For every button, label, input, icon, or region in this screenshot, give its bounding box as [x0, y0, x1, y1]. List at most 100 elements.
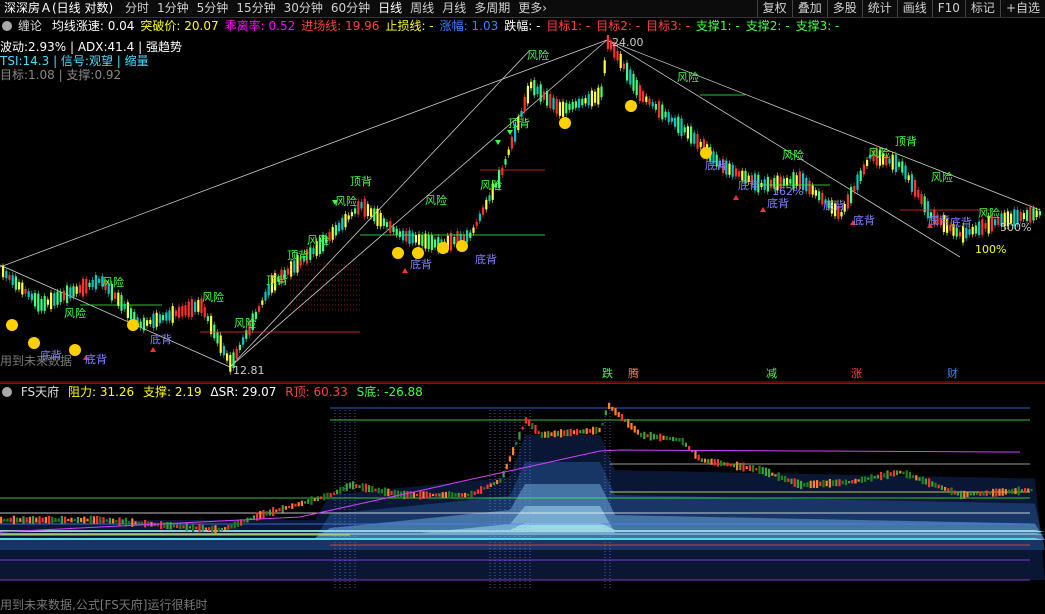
info-item: 支撑1: - [695, 19, 740, 33]
candle-body [728, 163, 731, 175]
indicator-candle [828, 478, 831, 488]
bottom-divergence-label: 底背 [705, 159, 727, 172]
indicator-candle [633, 425, 636, 433]
indicator-candle [710, 458, 713, 465]
indicator-candle [291, 503, 294, 509]
indicator-candle [86, 518, 89, 522]
indicator-candle [883, 473, 886, 478]
toolbar-button[interactable]: 标记 [964, 0, 1000, 17]
candle-body [357, 201, 360, 215]
signal-char: 涨 [851, 367, 862, 380]
toolbar-button[interactable]: 统计 [861, 0, 897, 17]
indicator-candle [534, 425, 537, 434]
candle-body [40, 299, 43, 311]
candle-body [376, 208, 379, 226]
candle-body [587, 94, 590, 106]
candle-body [258, 306, 261, 312]
indicator-candle [601, 423, 604, 426]
period-tab[interactable]: 1分钟 [153, 0, 193, 17]
indicator-candle [598, 427, 601, 433]
candle-body [5, 270, 8, 279]
indicator-candle [582, 429, 585, 434]
period-tab[interactable]: 多周期 [470, 0, 514, 17]
candle-body [552, 97, 555, 110]
candle-body [408, 230, 411, 244]
indicator-candle [796, 479, 799, 489]
candle-body [674, 117, 677, 127]
indicator-candle [790, 478, 793, 485]
period-tab[interactable]: 30分钟 [280, 0, 327, 17]
candle-body [162, 315, 165, 321]
toolbar-button[interactable]: 多股 [826, 0, 862, 17]
toolbar-button[interactable]: F10 [931, 0, 965, 17]
indicator-candle [908, 472, 911, 479]
indicator-candle [921, 476, 924, 485]
toolbar-button[interactable]: +自选 [999, 0, 1045, 17]
indicator-candle [793, 478, 796, 487]
indicator-candle [780, 475, 783, 481]
indicator-candle [412, 492, 415, 498]
indicator-candle [934, 482, 937, 488]
candle-body [466, 230, 469, 243]
fs-indicator-chart[interactable] [0, 400, 1045, 596]
indicator-candle [924, 478, 927, 485]
candle-body [808, 180, 811, 195]
candle-body [453, 236, 456, 245]
indicator-candle [345, 483, 348, 492]
period-tab[interactable]: 60分钟 [327, 0, 374, 17]
signal-char: 减 [766, 367, 777, 380]
toolbar-button[interactable]: 画线 [896, 0, 932, 17]
indicator-candle [1001, 488, 1004, 496]
period-tab[interactable]: 更多› [514, 0, 551, 17]
indicator-candle [550, 432, 553, 436]
indicator-candle [182, 525, 185, 529]
indicator-candle [1011, 488, 1014, 494]
indicator-candle [236, 520, 239, 527]
gear-icon[interactable] [2, 21, 12, 31]
indicator-candle [988, 491, 991, 495]
candle-body [43, 296, 46, 311]
price-chart[interactable] [0, 35, 1045, 383]
indicator-candle [0, 516, 3, 524]
candle-body [683, 127, 686, 133]
risk-label: 风险 [234, 317, 256, 330]
indicator-name[interactable]: FS天府 [21, 385, 59, 399]
candle-body [891, 154, 894, 170]
candle-body [738, 171, 741, 177]
candle-body [507, 149, 510, 155]
indicator-candle [134, 521, 137, 525]
candle-body [88, 282, 91, 288]
toolbar-button[interactable]: 叠加 [791, 0, 827, 17]
chanlun-label[interactable]: 缠论 [18, 19, 42, 33]
candle-body [690, 126, 693, 144]
stock-title[interactable]: 深深房Ａ(日线 对数) [0, 0, 117, 17]
candle-body [347, 215, 350, 220]
candle-body [379, 212, 382, 227]
indicator-candle [774, 474, 777, 477]
period-tab[interactable]: 5分钟 [193, 0, 233, 17]
candle-body [866, 160, 869, 166]
smiley-icon [625, 100, 637, 112]
period-tab[interactable]: 分时 [121, 0, 153, 17]
period-tab[interactable]: 周线 [406, 0, 438, 17]
risk-label: 风险 [782, 149, 804, 162]
candle-body [85, 278, 88, 294]
smiley-icon [437, 242, 449, 254]
candle-body [616, 50, 619, 61]
r-top-value: R顶: 60.33 [285, 385, 348, 399]
period-tab[interactable]: 15分钟 [232, 0, 279, 17]
candle-body [840, 212, 843, 217]
indicator-candle [486, 484, 489, 489]
indicator-candle [947, 488, 950, 492]
indicator-candle [867, 477, 870, 480]
period-tab[interactable]: 月线 [438, 0, 470, 17]
signal-char: 跌 [602, 367, 613, 380]
bottom-divergence-label: 底背 [928, 214, 950, 227]
indicator-candle [19, 518, 22, 522]
gear-icon[interactable] [2, 387, 12, 397]
period-tab[interactable]: 日线 [374, 0, 406, 17]
toolbar-button[interactable]: 复权 [756, 0, 792, 17]
indicator-candle [176, 524, 179, 529]
candle-body [187, 301, 190, 317]
indicator-candle [563, 430, 566, 436]
